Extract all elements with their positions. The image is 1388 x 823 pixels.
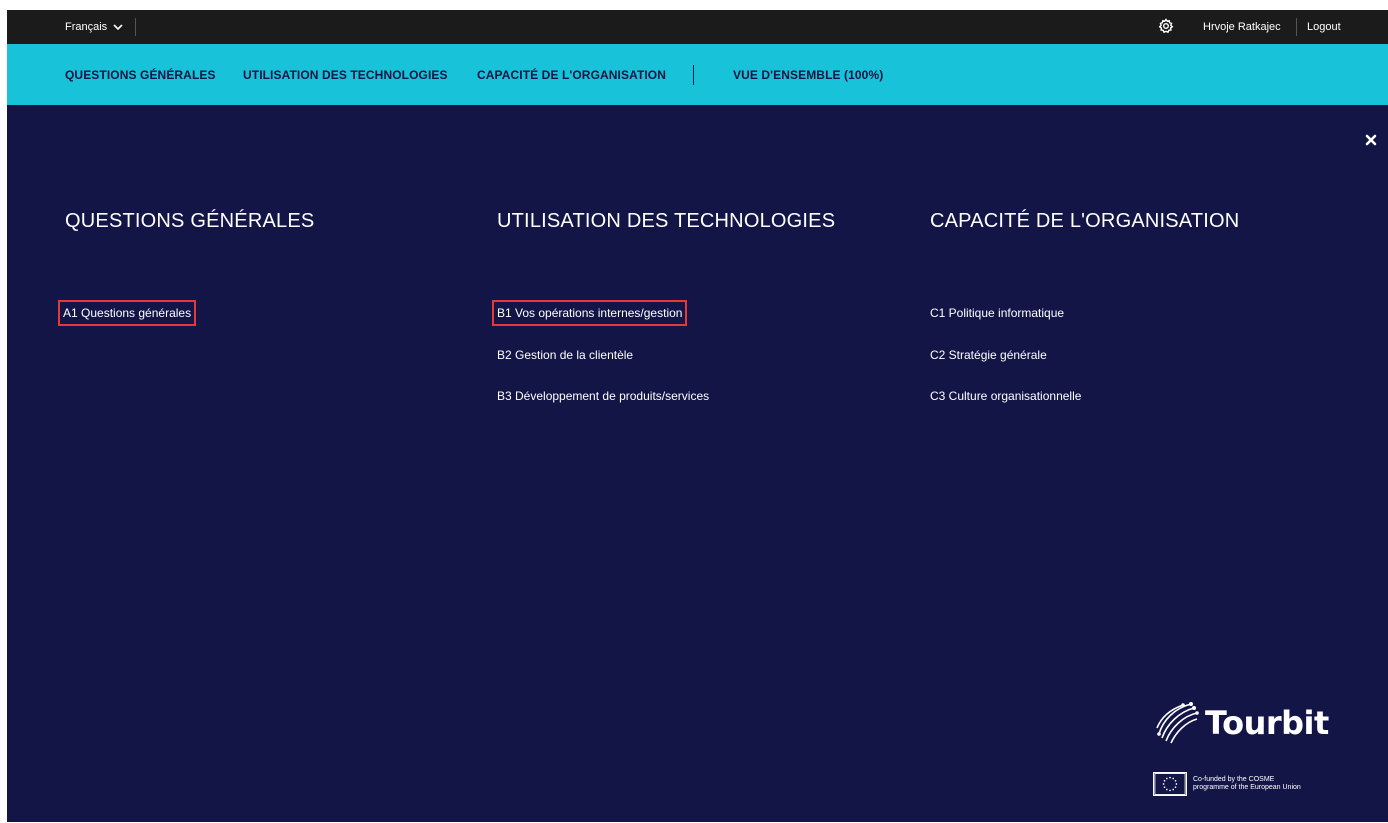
close-icon[interactable] — [1364, 133, 1378, 147]
nav-capacite-organisation[interactable]: CAPACITÉ DE L'ORGANISATION — [477, 44, 666, 105]
divider — [693, 65, 694, 85]
gear-icon[interactable] — [1158, 18, 1174, 34]
menu-link-c2[interactable]: C2 Stratégie générale — [930, 347, 1047, 363]
language-selector[interactable]: Français — [65, 10, 123, 44]
nav-utilisation-technologies[interactable]: UTILISATION DES TECHNOLOGIES — [243, 44, 448, 105]
menu-column-b: UTILISATION DES TECHNOLOGIES — [497, 206, 835, 236]
chevron-down-icon — [113, 24, 123, 31]
eu-cofunding: Co-funded by the COSME programme of the … — [1153, 772, 1303, 796]
brand-name: Tourbit — [1205, 704, 1329, 742]
menu-column-c: CAPACITÉ DE L'ORGANISATION — [930, 206, 1239, 236]
divider — [1296, 18, 1297, 36]
menu-link-c3[interactable]: C3 Culture organisationnelle — [930, 388, 1081, 404]
main-navigation: QUESTIONS GÉNÉRALES UTILISATION DES TECH… — [7, 44, 1388, 105]
column-title: CAPACITÉ DE L'ORGANISATION — [930, 210, 1240, 232]
cofunded-text: Co-funded by the COSME programme of the … — [1193, 776, 1301, 791]
tourbit-logo-icon — [1156, 702, 1199, 744]
tourbit-logo: Tourbit — [1153, 700, 1329, 746]
menu-overlay: Français Hrvoje Ratkajec Logout QUESTION… — [7, 10, 1388, 822]
menu-column-a: QUESTIONS GÉNÉRALES — [65, 206, 314, 236]
nav-vue-ensemble[interactable]: VUE D'ENSEMBLE (100%) — [733, 44, 883, 105]
menu-link-b3[interactable]: B3 Développement de produits/services — [497, 388, 709, 404]
menu-link-b2[interactable]: B2 Gestion de la clientèle — [497, 347, 633, 363]
menu-link-b1[interactable]: B1 Vos opérations internes/gestion — [491, 300, 688, 326]
logout-link[interactable]: Logout — [1307, 10, 1341, 44]
nav-questions-generales[interactable]: QUESTIONS GÉNÉRALES — [65, 44, 216, 105]
column-title: QUESTIONS GÉNÉRALES — [65, 210, 315, 232]
divider — [135, 18, 136, 36]
language-label: Français — [65, 21, 108, 33]
top-bar: Français Hrvoje Ratkajec Logout — [7, 10, 1388, 44]
eu-flag-icon — [1153, 772, 1187, 796]
menu-link-c1[interactable]: C1 Politique informatique — [930, 305, 1064, 321]
column-title: UTILISATION DES TECHNOLOGIES — [497, 210, 836, 232]
menu-link-a1[interactable]: A1 Questions générales — [57, 300, 197, 326]
user-name[interactable]: Hrvoje Ratkajec — [1203, 10, 1281, 44]
